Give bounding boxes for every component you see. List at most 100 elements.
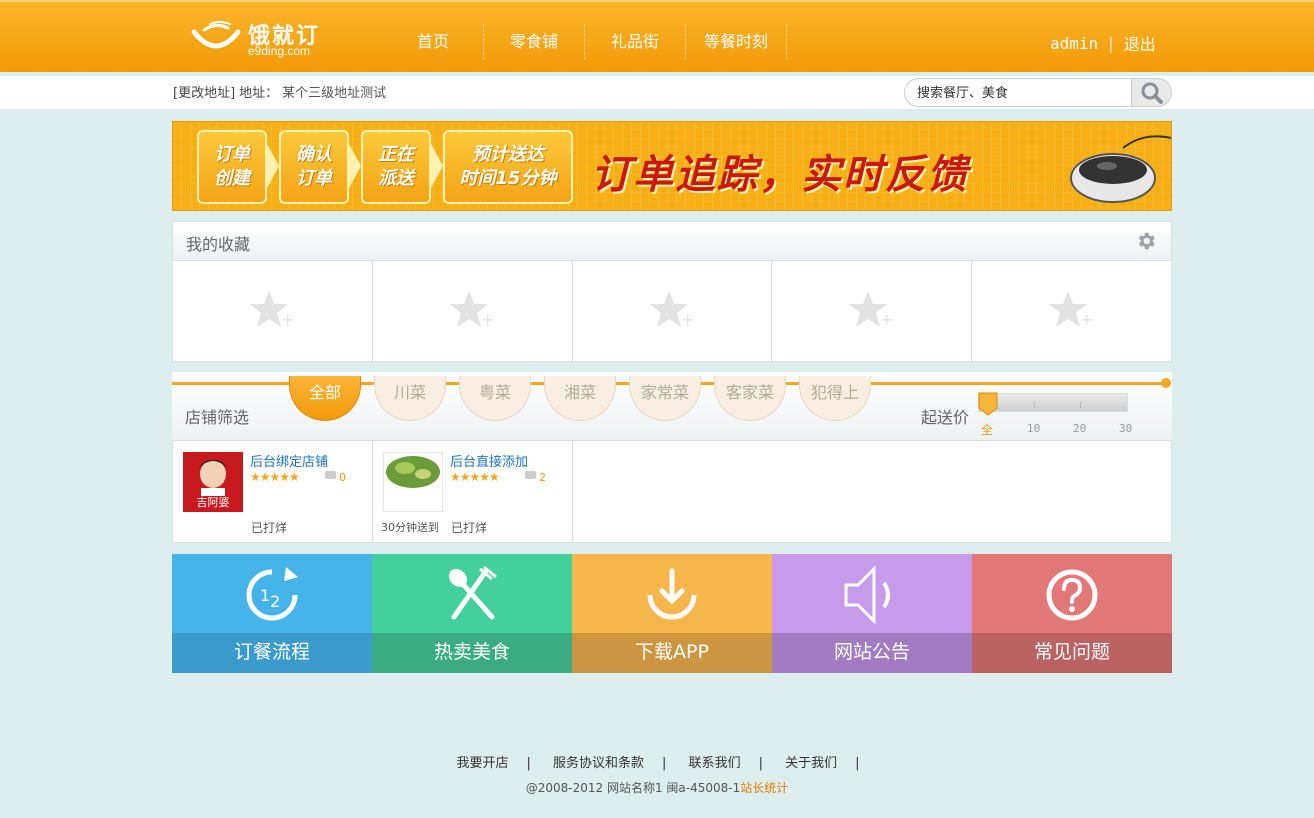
nav-gifts[interactable]: 礼品街	[585, 24, 686, 60]
copyright-text: @2008-2012 网站名称1 闽a-45008-1	[525, 781, 741, 795]
comment-icon	[525, 471, 536, 479]
tile-label: 常见问题	[972, 633, 1172, 673]
step-text: 确认	[296, 144, 332, 165]
category-tab-other[interactable]: 犯得上	[799, 376, 871, 421]
price-scale-30[interactable]: 30	[1119, 422, 1132, 435]
nav-snacks[interactable]: 零食铺	[484, 24, 585, 60]
category-tab-cantonese[interactable]: 粤菜	[459, 376, 531, 421]
step-text: 正在	[378, 144, 414, 165]
store-status: 已打烊	[251, 521, 288, 535]
site-logo[interactable]: 饿就订 e9ding.com	[190, 16, 350, 60]
username-link[interactable]: admin	[1050, 34, 1098, 53]
favorite-slot[interactable]: +	[772, 261, 973, 361]
comment-icon	[325, 471, 336, 479]
promo-banner[interactable]: 订单 创建 确认 订单 正在 派送 预计送达 时间15分钟 订单追踪，实时反馈	[172, 121, 1172, 211]
tile-order-process[interactable]: 1 2 订餐流程	[172, 554, 372, 673]
category-tab-hakka[interactable]: 客家菜	[714, 376, 786, 421]
main-nav: 首页 零食铺 礼品街 等餐时刻	[383, 24, 787, 60]
slider-tick	[1034, 402, 1035, 408]
tile-download-app[interactable]: 下载APP	[572, 554, 772, 673]
favorite-slot[interactable]: +	[573, 261, 773, 361]
star-plus-icon: +	[649, 291, 694, 329]
nav-home[interactable]: 首页	[383, 24, 484, 60]
tile-label: 下载APP	[572, 633, 772, 673]
store-logo-image: 吉阿婆	[183, 452, 243, 512]
footer-link-terms[interactable]: 服务协议和条款	[553, 756, 644, 771]
step-text: 时间15分钟	[459, 168, 557, 189]
question-icon	[1046, 569, 1098, 621]
price-scale-all[interactable]: 全	[981, 421, 993, 438]
change-address-link[interactable]: [更改地址]	[173, 82, 235, 101]
filter-line-dot	[1161, 378, 1171, 388]
star-plus-icon: +	[250, 291, 294, 329]
category-tab-all[interactable]: 全部	[289, 376, 361, 421]
favorite-slot[interactable]: +	[173, 261, 373, 361]
footer-link-contact[interactable]: 联系我们	[689, 756, 741, 771]
tile-label: 订餐流程	[172, 633, 372, 673]
min-price-slider[interactable]	[978, 393, 1128, 412]
tile-faq[interactable]: 常见问题	[972, 554, 1172, 673]
favorites-title: 我的收藏	[186, 235, 251, 254]
slider-handle[interactable]	[978, 392, 998, 416]
category-tab-sichuan[interactable]: 川菜	[374, 376, 446, 421]
search-input[interactable]	[917, 83, 1117, 103]
gear-icon[interactable]	[1135, 230, 1157, 252]
tile-label: 网站公告	[772, 633, 972, 673]
store-list: 吉阿婆 后台绑定店铺 ★★★★★ 0 已打烊 后台直接添加 ★★★★★ 2 30…	[172, 441, 1172, 543]
search-button[interactable]	[1131, 79, 1171, 106]
user-bar: admin | 退出	[1050, 30, 1156, 56]
banner-step-eta: 预计送达 时间15分钟	[443, 130, 573, 204]
svg-text:+: +	[1080, 310, 1093, 329]
delivery-time: 30分钟送到	[381, 521, 439, 534]
address-label: 地址：	[239, 86, 279, 101]
address-value: 某个三级地址测试	[282, 86, 387, 101]
footer-separator: |	[526, 756, 531, 771]
logout-link[interactable]: 退出	[1124, 31, 1156, 55]
fork-spoon-icon	[448, 565, 497, 620]
tile-announcements[interactable]: 网站公告	[772, 554, 972, 673]
step-text: 预计送达	[472, 144, 544, 165]
filter-label: 店铺筛选	[185, 408, 250, 427]
footer-link-open-store[interactable]: 我要开店	[456, 756, 508, 771]
stat-link[interactable]: 站长统计	[740, 781, 788, 795]
copyright: @2008-2012 网站名称1 闽a-45008-1站长统计	[0, 779, 1314, 796]
nav-waiting[interactable]: 等餐时刻	[686, 24, 787, 60]
store-card[interactable]: 后台直接添加 ★★★★★ 2 30分钟送到 已打烊	[373, 441, 573, 542]
comment-count-value: 2	[539, 471, 546, 484]
store-filter-bar: 店铺筛选 全部 川菜 粤菜 湘菜 家常菜 客家菜 犯得上 起送价 全 10 20…	[172, 372, 1172, 441]
favorite-slot[interactable]: +	[972, 261, 1171, 361]
favorite-slot[interactable]: +	[373, 261, 573, 361]
store-name[interactable]: 后台绑定店铺	[250, 451, 328, 470]
store-logo-image	[383, 452, 443, 512]
store-name[interactable]: 后台直接添加	[450, 451, 528, 470]
step-text: 派送	[378, 168, 414, 189]
logo-subtitle: e9ding.com	[248, 44, 311, 58]
footer-separator: |	[758, 756, 763, 771]
tile-hot-food[interactable]: 热卖美食	[372, 554, 572, 673]
store-status: 已打烊	[451, 521, 488, 535]
svg-text:+: +	[281, 310, 294, 329]
price-scale-10[interactable]: 10	[1027, 422, 1040, 435]
slider-tick	[1080, 402, 1081, 408]
category-tab-homestyle[interactable]: 家常菜	[629, 376, 701, 421]
address-bar: [更改地址] 地址： 某个三级地址测试	[0, 76, 1314, 110]
star-plus-icon: +	[849, 291, 894, 329]
computer-mouse-icon	[1070, 135, 1171, 203]
comment-count: 2	[525, 471, 546, 484]
footer-separator: |	[855, 756, 860, 771]
category-tab-hunan[interactable]: 湘菜	[544, 376, 616, 421]
store-card[interactable]: 吉阿婆 后台绑定店铺 ★★★★★ 0 已打烊	[173, 441, 373, 542]
download-icon	[647, 568, 697, 620]
rating-stars: ★★★★★	[250, 470, 300, 484]
bowl-logo-icon	[191, 21, 241, 49]
svg-text:吉阿婆: 吉阿婆	[197, 496, 230, 509]
footer-links: 我要开店 | 服务协议和条款 | 联系我们 | 关于我们 |	[0, 752, 1314, 771]
header-scallop-edge	[0, 66, 1314, 76]
footer-link-about[interactable]: 关于我们	[785, 756, 837, 771]
search-icon	[1141, 82, 1163, 104]
tile-label: 热卖美食	[372, 633, 572, 673]
step-arrow	[349, 144, 361, 188]
svg-text:+: +	[481, 310, 494, 329]
banner-slogan: 订单追踪，实时反馈	[591, 152, 969, 198]
price-scale-20[interactable]: 20	[1073, 422, 1086, 435]
